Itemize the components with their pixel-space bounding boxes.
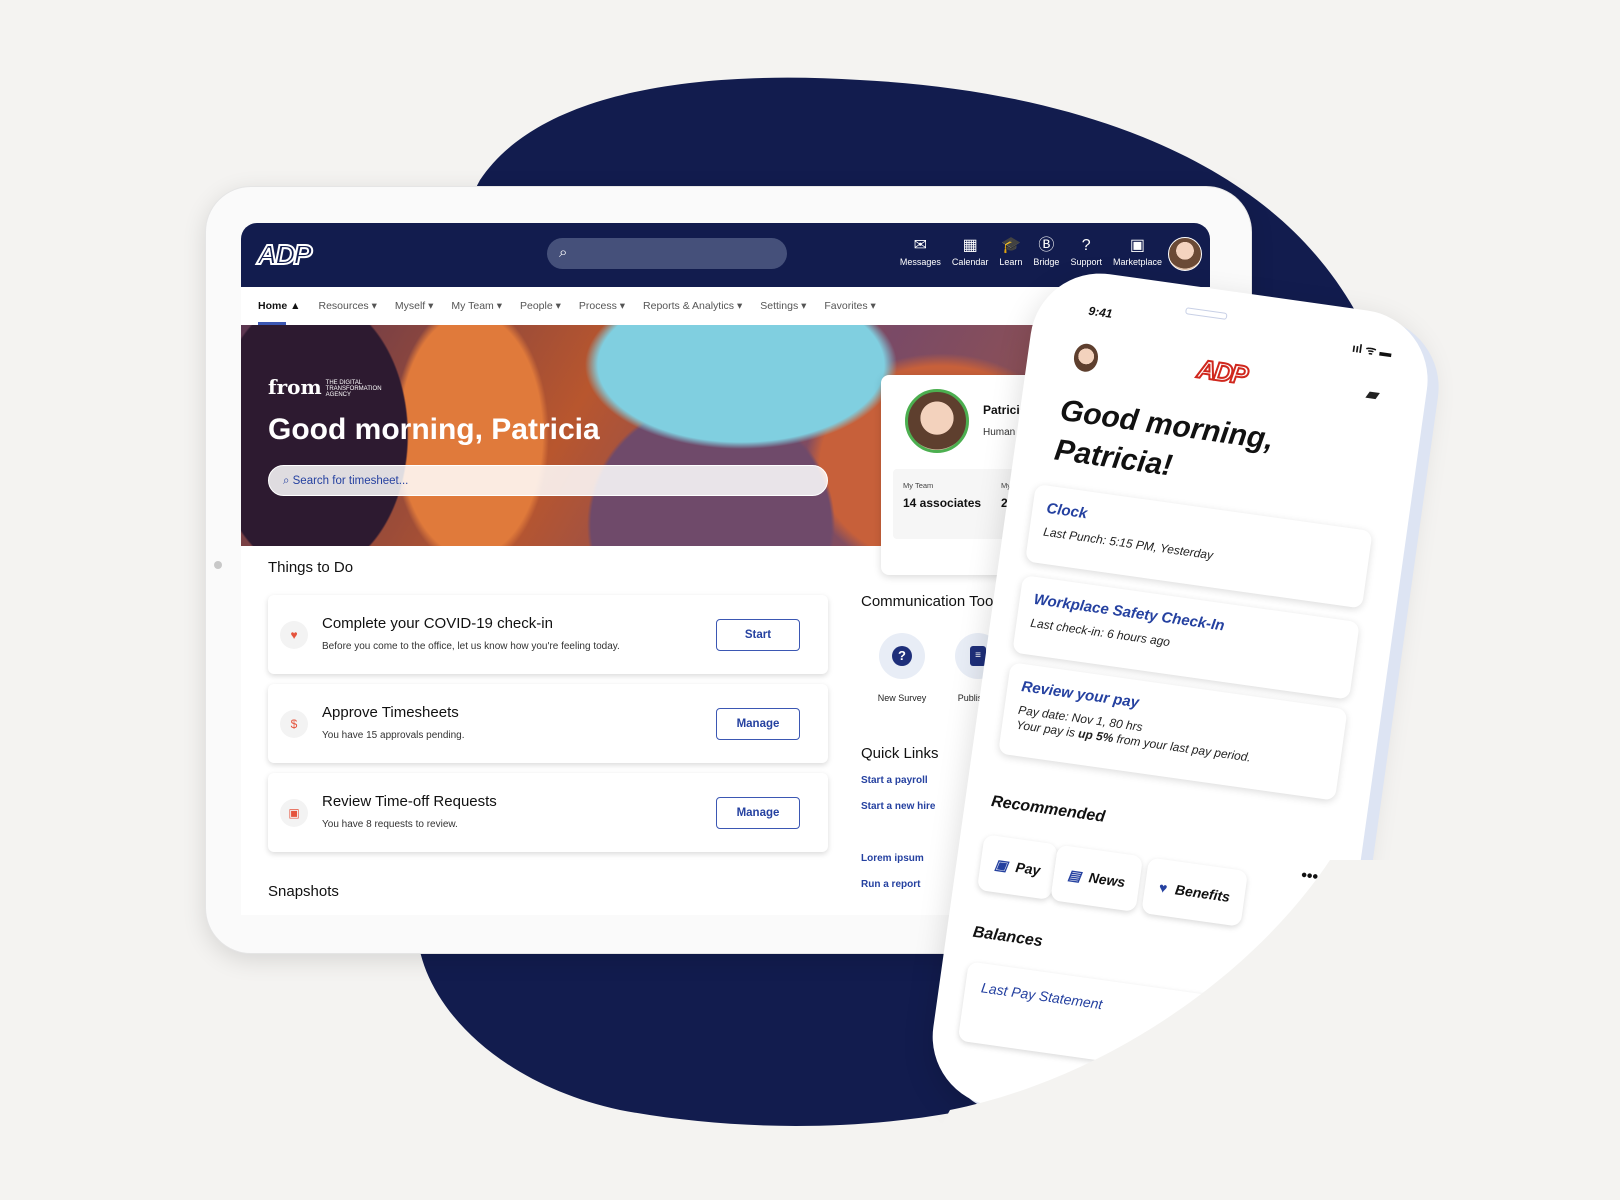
header-bridge-button[interactable]: Ⓑ Bridge <box>1033 237 1059 267</box>
support-bubble-icon: ? <box>1081 237 1091 254</box>
from-brand-text: from <box>268 375 322 399</box>
calendar-label: Calendar <box>951 257 989 267</box>
last-pay-statement-title: Last Pay Statement <box>980 979 1104 1013</box>
stat-my-team[interactable]: My Team 14 associates <box>903 481 981 510</box>
from-brand-logo: from THE DIGITAL TRANSFORMATION AGENCY <box>268 375 382 399</box>
heartbeat-icon: ♥ <box>280 621 308 649</box>
todo-title: Complete your COVID-19 check-in <box>322 615 553 632</box>
nav-item[interactable]: Process ▾ <box>579 300 625 312</box>
tablet-camera <box>214 561 222 569</box>
todo-start-button[interactable]: Start <box>716 619 800 651</box>
header-icon-group: ✉ Messages ▦ Calendar 🎓 Learn Ⓑ Bridge? Support ▣… <box>900 237 1162 267</box>
todo-card: ♥ Complete your COVID-19 check-in Before y… <box>268 595 828 674</box>
header-messages-button[interactable]: ✉ Messages <box>900 237 941 267</box>
balances-title: Balances <box>971 923 1044 951</box>
nav-item[interactable]: Settings ▾ <box>760 300 806 312</box>
search-icon: ⌕ <box>283 475 293 487</box>
todo-title: Review Time-off Requests <box>322 793 497 810</box>
nav-item[interactable]: My Team ▾ <box>451 300 502 312</box>
mobile-adp-logo: ADP <box>1195 353 1250 392</box>
support-label: Support <box>1070 257 1102 267</box>
shopping-bag-icon: ▣ <box>1129 237 1146 254</box>
comm-tool-label: New Survey <box>877 693 927 703</box>
header-calendar-button[interactable]: ▦ Calendar <box>952 237 989 267</box>
todo-manage-button[interactable]: Manage <box>716 797 800 829</box>
recommended-title: Recommended <box>990 792 1107 826</box>
chip-label: News <box>1087 869 1127 891</box>
search-icon: ⌕ <box>559 244 568 261</box>
stat-label: My Team <box>903 481 934 490</box>
nav-item[interactable]: People ▾ <box>520 300 561 312</box>
nav-item[interactable]: Reports & Analytics ▾ <box>643 300 742 312</box>
recommended-pay-chip[interactable]: ▣ Pay <box>976 834 1059 901</box>
comm-tool-item[interactable]: ? New Survey <box>867 633 937 703</box>
heart-icon: ♥ <box>1157 879 1169 897</box>
hero-greeting: Good morning, Patricia <box>268 413 600 446</box>
status-time: 9:41 <box>1087 303 1114 321</box>
phone-speaker <box>1185 307 1228 320</box>
user-avatar[interactable] <box>1168 237 1202 271</box>
messages-label: Messages <box>899 257 941 267</box>
quick-link[interactable]: Start a payroll <box>861 775 928 786</box>
chat-icon[interactable]: ▰ <box>1364 383 1381 406</box>
more-options-icon[interactable]: ••• <box>1300 867 1319 887</box>
pay-icon: ▣ <box>993 856 1009 874</box>
adp-logo[interactable]: ADP <box>256 238 313 271</box>
quick-links-title: Quick Links <box>861 745 939 762</box>
todo-description: You have 15 approvals pending. <box>322 730 465 741</box>
chip-label: Pay <box>1014 858 1042 879</box>
things-to-do-title: Things to Do <box>268 559 354 576</box>
todo-description: Before you come to the office, let us kn… <box>322 641 620 652</box>
nav-item[interactable]: Myself ▾ <box>395 300 434 312</box>
mobile-greeting: Good morning, Patricia! <box>1052 391 1276 500</box>
global-search-input[interactable]: ⌕ <box>547 238 787 269</box>
nav-item[interactable]: Favorites ▾ <box>824 300 875 312</box>
todo-card: ▣ Review Time-off Requests You have 8 requ… <box>268 773 828 852</box>
nav-item[interactable]: Resources ▾ <box>318 300 376 312</box>
calendar-icon: ▦ <box>962 237 978 254</box>
from-brand-subtitle: THE DIGITAL TRANSFORMATION AGENCY <box>325 379 382 398</box>
communication-tools-title: Communication Tools <box>861 593 1005 610</box>
recommended-benefits-chip[interactable]: ♥ Benefits <box>1141 857 1248 927</box>
status-icons: ııl ᯤ ▬ <box>1351 340 1393 361</box>
news-icon: ▤ <box>1066 866 1083 885</box>
todo-card: $ Approve Timesheets You have 15 approvals… <box>268 684 828 763</box>
marketplace-label: Marketplace <box>1112 257 1162 267</box>
header-marketplace-button[interactable]: ▣ Marketplace <box>1113 237 1162 267</box>
todo-description: You have 8 requests to review. <box>322 819 458 830</box>
stat-value: 14 associates <box>903 496 982 510</box>
question-icon: ? <box>892 646 912 666</box>
recommended-news-chip[interactable]: ▤ News <box>1050 844 1143 912</box>
chip-label: Benefits <box>1174 881 1231 905</box>
profile-avatar[interactable] <box>905 389 969 453</box>
timesheet-search-input[interactable]: ⌕ Search for timesheet... <box>268 465 828 496</box>
comm-tool-circle: ? <box>879 633 925 679</box>
search-placeholder: Search for timesheet... <box>292 475 409 487</box>
header-support-button[interactable]: ? Support <box>1070 237 1102 267</box>
envelope-icon: ✉ <box>913 237 928 254</box>
quick-link[interactable]: Start a new hire <box>861 801 935 812</box>
last-pay-statement-card[interactable]: Last Pay Statement <box>957 961 1306 1088</box>
bridge-icon: Ⓑ <box>1038 237 1055 254</box>
mobile-avatar[interactable] <box>1072 342 1100 374</box>
snapshots-title: Snapshots <box>268 883 339 900</box>
header-learn-button[interactable]: 🎓 Learn <box>999 237 1022 267</box>
todo-manage-button[interactable]: Manage <box>716 708 800 740</box>
quick-link[interactable]: Lorem ipsum <box>861 853 924 864</box>
quick-link[interactable]: Run a report <box>861 879 920 890</box>
todo-title: Approve Timesheets <box>322 704 459 721</box>
calendar-icon: ▣ <box>280 799 308 827</box>
nav-item[interactable]: Home ▲ <box>258 300 300 325</box>
learn-label: Learn <box>999 257 1023 267</box>
graduation-cap-icon: 🎓 <box>1000 237 1021 254</box>
dollar-icon: $ <box>280 710 308 738</box>
